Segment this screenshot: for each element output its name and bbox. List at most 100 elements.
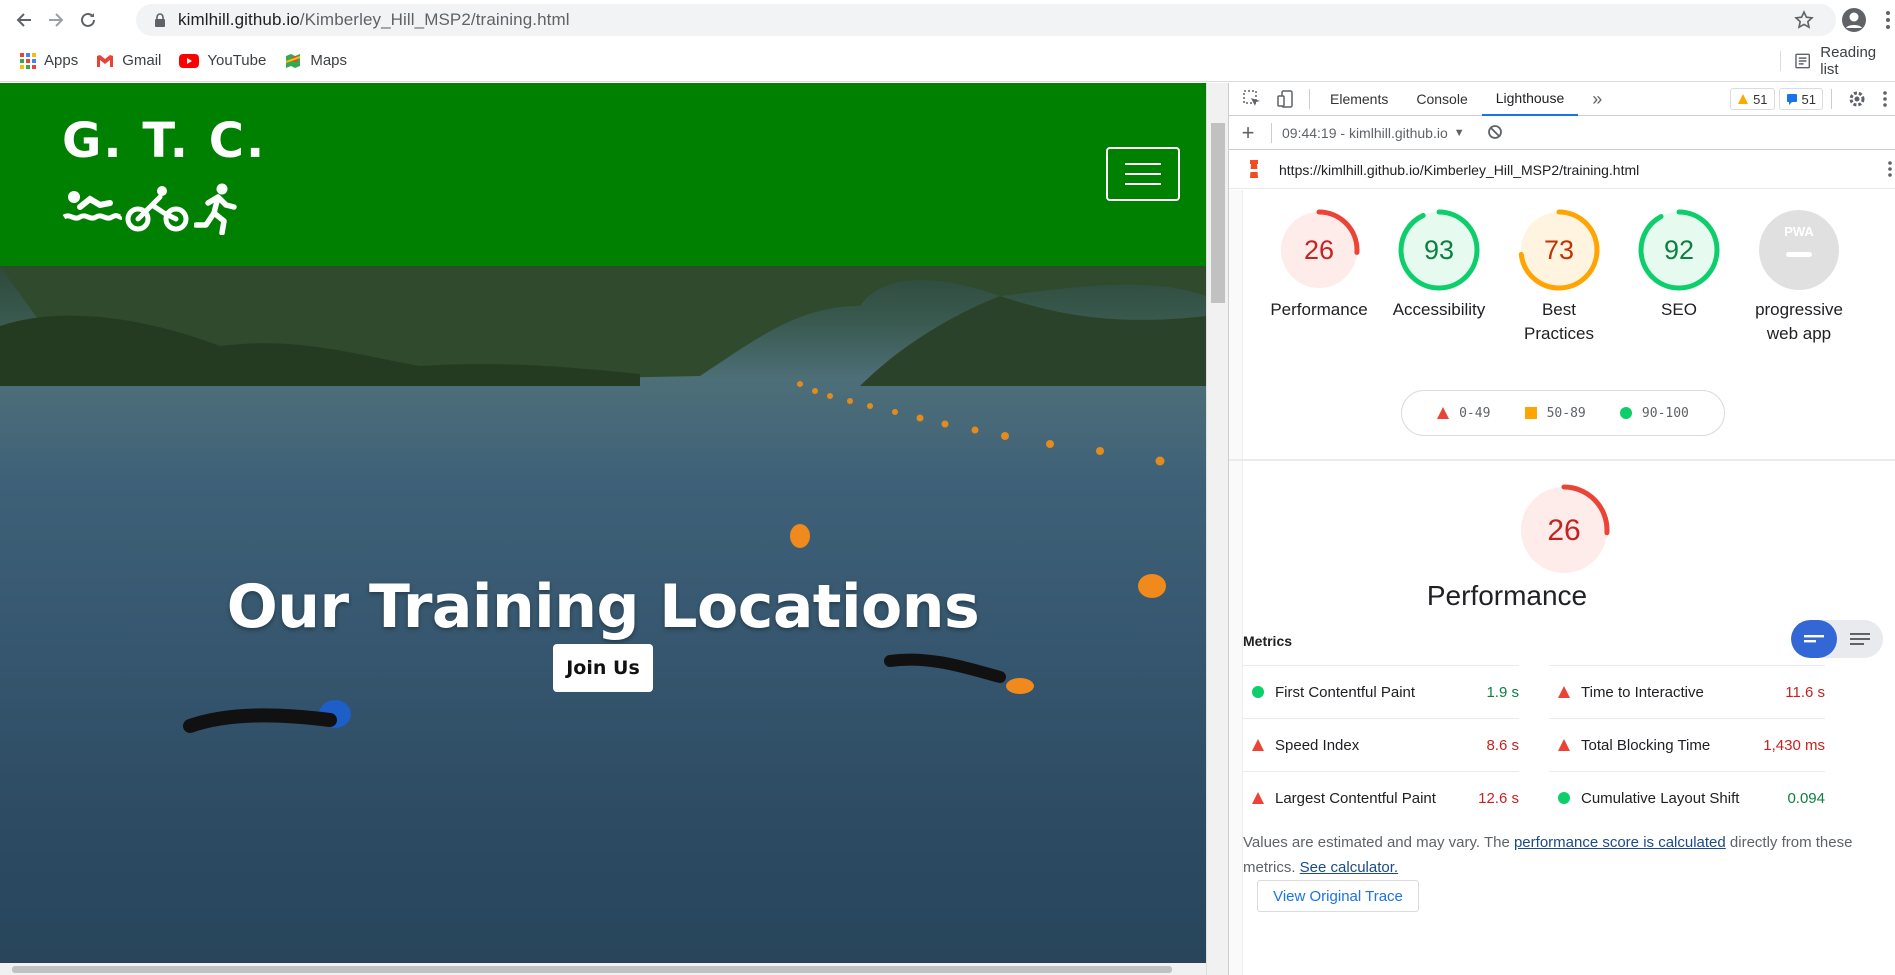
maps-icon <box>285 53 301 68</box>
hamburger-line <box>1125 183 1161 185</box>
tab-elements[interactable]: Elements <box>1316 83 1402 116</box>
fail-triangle-icon <box>1252 792 1264 804</box>
gauge-score: 26 <box>1304 235 1334 265</box>
new-report-plus-icon[interactable]: + <box>1235 120 1261 146</box>
view-original-trace-button[interactable]: View Original Trace <box>1257 880 1419 912</box>
warnings-count: 51 <box>1753 91 1768 107</box>
reading-list-icon <box>1795 53 1811 69</box>
lock-icon <box>152 13 168 27</box>
settings-gear-icon[interactable] <box>1840 90 1874 108</box>
gauge-label-line: web app <box>1766 324 1832 343</box>
tab-lighthouse[interactable]: Lighthouse <box>1481 83 1579 116</box>
reload-button[interactable] <box>72 4 104 36</box>
gauge-performance[interactable]: 26 Performance <box>1259 208 1379 346</box>
metrics-view-toggle[interactable] <box>1791 620 1883 658</box>
detailed-view-icon[interactable] <box>1837 620 1883 658</box>
report-menu-icon[interactable] <box>1888 161 1892 180</box>
metric-row: Speed Index 8.6 s <box>1243 718 1519 771</box>
fail-triangle-icon <box>1558 739 1570 751</box>
report-url: https://kimlhill.github.io/Kimberley_Hil… <box>1279 161 1640 178</box>
score-calculated-link[interactable]: performance score is calculated <box>1514 834 1726 851</box>
bookmark-label: Apps <box>44 52 79 69</box>
hamburger-line <box>1125 163 1161 165</box>
bookmark-star-icon[interactable] <box>1794 10 1814 35</box>
url-text: kimlhill.github.io/Kimberley_Hill_MSP2/t… <box>178 10 570 29</box>
legend-label: 90-100 <box>1641 405 1689 421</box>
gauge-ring: 26 <box>1278 209 1360 291</box>
address-bar[interactable]: kimlhill.github.io/Kimberley_Hill_MSP2/t… <box>136 4 1836 36</box>
devtools-menu-icon[interactable] <box>1874 91 1895 107</box>
gauge-score: 26 <box>1547 514 1580 547</box>
summary-view-icon[interactable] <box>1791 620 1837 658</box>
gauge-label-line: Best <box>1541 300 1576 319</box>
devtools-panel: Elements Console Lighthouse » 51 51 + 09… <box>1228 83 1895 975</box>
bookmark-maps[interactable]: Maps <box>284 52 347 70</box>
bookmark-gmail[interactable]: Gmail <box>96 52 161 69</box>
lighthouse-report: 26 Performance 93 Accessibility 73 Best P… <box>1229 190 1895 975</box>
status-icon <box>1243 686 1273 698</box>
messages-badge[interactable]: 51 <box>1778 88 1823 110</box>
metric-name: Cumulative Layout Shift <box>1581 789 1740 807</box>
site-brand[interactable]: G. T. C. <box>62 113 266 169</box>
tab-console[interactable]: Console <box>1402 83 1481 116</box>
navbar-toggler-button[interactable] <box>1106 147 1180 201</box>
hero-image: Our Training Locations Join Us <box>0 266 1206 975</box>
lighthouse-toolbar: + 09:44:19 - kimlhill.github.io ▼ <box>1229 117 1895 150</box>
clear-reports-icon[interactable] <box>1487 124 1503 143</box>
join-us-button[interactable]: Join Us <box>553 644 653 692</box>
dropdown-caret-icon[interactable]: ▼ <box>1454 127 1465 139</box>
gauge-seo[interactable]: 92 SEO <box>1619 208 1739 346</box>
note-text: Values are estimated and may vary. The <box>1243 834 1514 851</box>
metric-row: Largest Contentful Paint 12.6 s <box>1243 771 1519 824</box>
performance-gauge-large[interactable]: 26 <box>1516 482 1612 583</box>
message-icon <box>1786 94 1797 105</box>
metric-name: Time to Interactive <box>1581 683 1704 701</box>
gauge-label: SEO <box>1661 300 1697 319</box>
metric-value: 11.6 s <box>1785 683 1825 701</box>
gauge-score: 73 <box>1544 235 1574 265</box>
inspect-element-icon[interactable] <box>1235 90 1269 108</box>
status-icon <box>1243 792 1273 804</box>
warnings-badge[interactable]: 51 <box>1730 88 1775 110</box>
browser-menu-icon[interactable] <box>1880 4 1895 36</box>
metric-row: First Contentful Paint 1.9 s <box>1243 665 1519 718</box>
bookmark-youtube[interactable]: YouTube <box>179 52 266 69</box>
profile-avatar[interactable] <box>1838 4 1870 36</box>
report-selector[interactable]: 09:44:19 - kimlhill.github.io <box>1282 125 1448 141</box>
pass-circle-icon <box>1558 792 1570 804</box>
circle-icon <box>1619 407 1632 419</box>
bike-icon <box>125 186 189 232</box>
gauge-accessibility[interactable]: 93 Accessibility <box>1379 208 1499 346</box>
fail-triangle-icon <box>1558 686 1570 698</box>
forward-button[interactable] <box>40 4 72 36</box>
device-toolbar-icon[interactable] <box>1269 90 1303 108</box>
gauge-label-line: progressive <box>1755 300 1843 319</box>
arrow-right-icon <box>49 13 64 27</box>
scrollbar-thumb[interactable] <box>1211 123 1225 303</box>
metric-value: 0.094 <box>1787 789 1825 807</box>
gauge-pwa[interactable]: PWA progressive web app <box>1739 208 1859 346</box>
bookmark-label: Maps <box>310 52 348 69</box>
reading-list-label: Reading list <box>1820 44 1877 78</box>
back-button[interactable] <box>8 4 40 36</box>
gauge-label: Accessibility <box>1392 300 1486 319</box>
reading-list-button[interactable]: Reading list <box>1780 44 1895 78</box>
page-horizontal-scrollbar[interactable] <box>0 963 1206 975</box>
gauge-best-practices[interactable]: 73 Best Practices <box>1499 208 1619 346</box>
bookmark-apps[interactable]: Apps <box>20 52 78 69</box>
bookmark-label: YouTube <box>207 52 267 69</box>
gauge-ring: 26 <box>1518 484 1610 576</box>
status-icon <box>1549 739 1579 751</box>
metric-row: Time to Interactive 11.6 s <box>1549 665 1825 718</box>
see-calculator-link[interactable]: See calculator. <box>1300 859 1398 876</box>
pass-circle-icon <box>1252 686 1264 698</box>
page-vertical-scrollbar[interactable] <box>1206 83 1228 975</box>
metric-value: 1,430 ms <box>1763 736 1825 754</box>
account-icon <box>1842 8 1866 32</box>
pwa-text: PWA <box>1784 224 1814 239</box>
metrics-disclaimer: Values are estimated and may vary. The p… <box>1243 830 1883 880</box>
scrollbar-thumb[interactable] <box>12 966 1172 973</box>
toolbar-divider <box>1831 89 1832 109</box>
more-tabs-chevron-icon[interactable]: » <box>1578 83 1616 116</box>
hero-title: Our Training Locations <box>226 572 980 642</box>
